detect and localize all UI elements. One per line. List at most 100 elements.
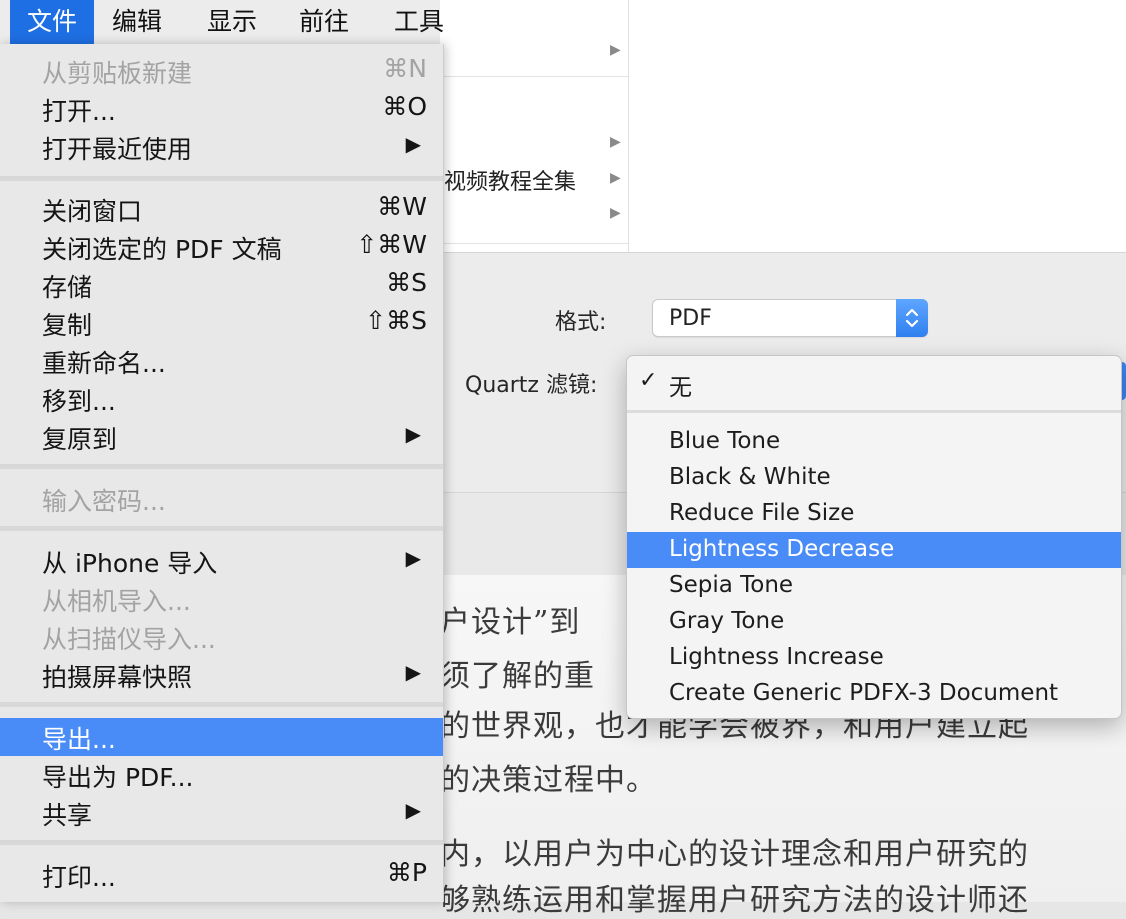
- menu-separator: [0, 840, 443, 845]
- doc-text-line: 内，以用户为中心的设计理念和用户研究的: [440, 837, 1029, 872]
- menu-item-label: 复原到: [42, 425, 118, 454]
- menu-item-open-recent[interactable]: 打开最近使用 ▶: [0, 128, 443, 166]
- doc-text-line: 的决策过程中。: [440, 763, 657, 798]
- browser-row-arrow-icon[interactable]: ▶: [610, 42, 621, 58]
- menu-item-label: 拍摄屏幕快照: [42, 663, 193, 692]
- filter-option-label: Create Generic PDFX-3 Document: [669, 680, 1059, 706]
- menu-item-label: 共享: [42, 801, 93, 830]
- menu-item-shortcut: ⌘S: [386, 268, 427, 297]
- browser-row-divider: [440, 76, 628, 77]
- filter-option-label: 无: [669, 375, 692, 401]
- menu-item-label: 输入密码...: [42, 487, 166, 516]
- menu-item-label: 打印...: [42, 863, 116, 892]
- filter-option-none[interactable]: ✓ 无: [627, 364, 1121, 401]
- filter-option[interactable]: Black & White: [627, 460, 1121, 496]
- menu-item-print[interactable]: 打印... ⌘P: [0, 856, 443, 894]
- menu-item-label: 移到...: [42, 387, 116, 416]
- filter-option-label: Black & White: [669, 464, 831, 490]
- filter-option[interactable]: Blue Tone: [627, 424, 1121, 460]
- menu-item-shortcut: ⌘O: [382, 92, 427, 121]
- menubar-tools[interactable]: 工具: [382, 0, 456, 44]
- filter-option-label: Lightness Increase: [669, 644, 884, 670]
- menu-item-shortcut: ⌘N: [383, 54, 427, 83]
- menubar-go[interactable]: 前往: [287, 0, 361, 44]
- menubar-view[interactable]: 显示: [195, 0, 269, 44]
- menu-item-close-selected-pdf[interactable]: 关闭选定的 PDF 文稿 ⇧⌘W: [0, 228, 443, 266]
- menu-item-import-from-scanner: 从扫描仪导入...: [0, 618, 443, 656]
- filter-option-label: Blue Tone: [669, 428, 781, 454]
- menu-item-label: 存储: [42, 273, 93, 302]
- menu-item-label: 从相机导入...: [42, 587, 191, 616]
- filter-option-label: Reduce File Size: [669, 500, 855, 526]
- submenu-arrow-icon: ▶: [405, 422, 421, 446]
- filter-option[interactable]: Lightness Increase: [627, 640, 1121, 676]
- menu-item-enter-password: 输入密码...: [0, 480, 443, 518]
- menu-item-import-from-camera: 从相机导入...: [0, 580, 443, 618]
- menu-item-export[interactable]: 导出...: [0, 718, 443, 756]
- browser-column: [440, 0, 629, 252]
- submenu-arrow-icon: ▶: [405, 798, 421, 822]
- format-select[interactable]: PDF: [652, 299, 928, 337]
- menu-item-shortcut: ⌘W: [377, 192, 427, 221]
- file-menu: 从剪贴板新建 ⌘N 打开... ⌘O 打开最近使用 ▶ 关闭窗口 ⌘W 关闭选定…: [0, 44, 444, 902]
- menu-separator: [0, 464, 443, 469]
- menu-item-shortcut: ⌘P: [386, 858, 427, 887]
- filter-option[interactable]: Reduce File Size: [627, 496, 1121, 532]
- doc-text-line: 户设计”到: [440, 605, 581, 640]
- menubar-file[interactable]: 文件: [10, 0, 94, 44]
- format-label: 格式:: [555, 310, 607, 335]
- menu-item-label: 导出为 PDF...: [42, 763, 194, 792]
- menu-item-label: 关闭选定的 PDF 文稿: [42, 235, 282, 264]
- menu-item-label: 关闭窗口: [42, 197, 143, 226]
- menu-item-export-as-pdf[interactable]: 导出为 PDF...: [0, 756, 443, 794]
- menu-separator: [0, 702, 443, 707]
- submenu-arrow-icon: ▶: [405, 660, 421, 684]
- menu-item-label: 从 iPhone 导入: [42, 549, 218, 578]
- menu-item-move-to[interactable]: 移到...: [0, 380, 443, 418]
- browser-row-arrow-icon[interactable]: ▶: [610, 170, 621, 186]
- doc-text-line: 够熟练运用和掌握用户研究方法的设计师还: [440, 883, 1029, 918]
- menu-item-share[interactable]: 共享 ▶: [0, 794, 443, 832]
- popup-separator: [627, 410, 1121, 413]
- filter-option-label: Lightness Decrease: [669, 536, 895, 562]
- menu-separator: [0, 526, 443, 531]
- menu-item-close-window[interactable]: 关闭窗口 ⌘W: [0, 190, 443, 228]
- filter-option-label: Gray Tone: [669, 608, 785, 634]
- browser-row-divider: [440, 243, 628, 244]
- menu-bar: 文件 编辑 显示 前往 工具: [0, 0, 444, 45]
- submenu-arrow-icon: ▶: [405, 546, 421, 570]
- menu-item-label: 重新命名...: [42, 349, 166, 378]
- menu-item-import-from-iphone[interactable]: 从 iPhone 导入 ▶: [0, 542, 443, 580]
- browser-row-arrow-icon[interactable]: ▶: [610, 205, 621, 221]
- menu-item-revert-to[interactable]: 复原到 ▶: [0, 418, 443, 456]
- doc-text-line: 须了解的重: [440, 659, 595, 694]
- submenu-arrow-icon: ▶: [405, 132, 421, 156]
- menu-item-shortcut: ⇧⌘S: [365, 306, 427, 335]
- menu-item-duplicate[interactable]: 复制 ⇧⌘S: [0, 304, 443, 342]
- format-select-value: PDF: [669, 306, 712, 331]
- menu-item-new-from-clipboard: 从剪贴板新建 ⌘N: [0, 52, 443, 90]
- menubar-edit[interactable]: 编辑: [100, 0, 174, 44]
- filter-option[interactable]: Create Generic PDFX-3 Document: [627, 676, 1121, 712]
- filter-option-label: Sepia Tone: [669, 572, 794, 598]
- menu-item-label: 打开最近使用: [42, 135, 193, 164]
- chevron-updown-icon: [896, 299, 928, 337]
- filter-option[interactable]: Gray Tone: [627, 604, 1121, 640]
- browser-row-arrow-icon[interactable]: ▶: [610, 134, 621, 150]
- quartz-filter-popup-menu: ✓ 无 Blue Tone Black & White Reduce File …: [626, 355, 1122, 719]
- menu-item-label: 从剪贴板新建: [42, 59, 193, 88]
- menu-item-open[interactable]: 打开... ⌘O: [0, 90, 443, 128]
- filter-option[interactable]: Sepia Tone: [627, 568, 1121, 604]
- menu-separator: [0, 176, 443, 181]
- quartz-filter-label: Quartz 滤镜:: [465, 373, 598, 398]
- menu-item-rename[interactable]: 重新命名...: [0, 342, 443, 380]
- menu-item-save[interactable]: 存储 ⌘S: [0, 266, 443, 304]
- menu-item-shortcut: ⇧⌘W: [356, 230, 427, 259]
- menu-item-take-screenshot[interactable]: 拍摄屏幕快照 ▶: [0, 656, 443, 694]
- checkmark-icon: ✓: [639, 368, 658, 393]
- filter-option-highlighted[interactable]: Lightness Decrease: [627, 532, 1121, 568]
- menu-item-label: 从扫描仪导入...: [42, 625, 216, 654]
- menu-item-label: 导出...: [42, 725, 116, 754]
- menu-item-label: 复制: [42, 311, 93, 340]
- browser-row-label[interactable]: 视频教程全集: [444, 164, 576, 196]
